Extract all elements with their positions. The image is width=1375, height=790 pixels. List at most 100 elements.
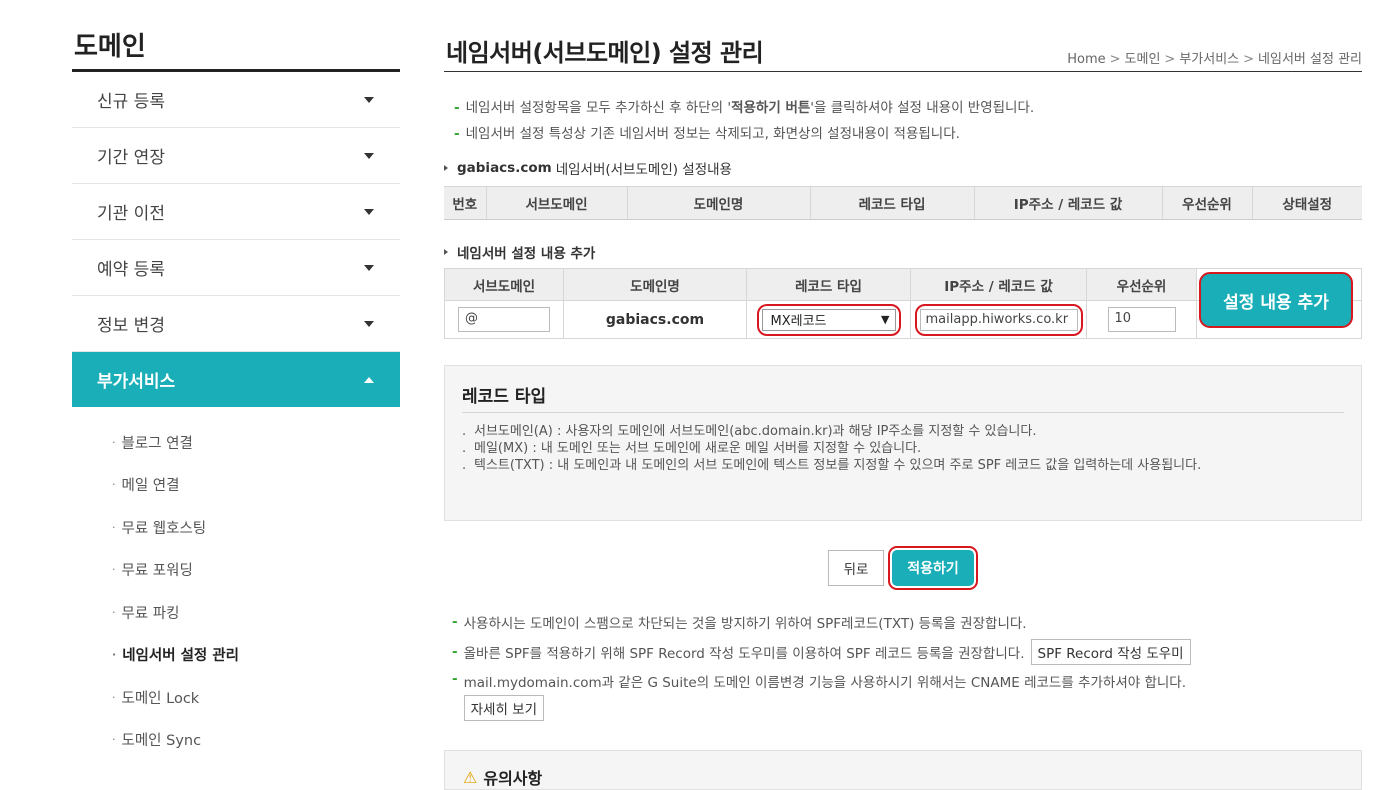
record-value-input[interactable]: mailapp.hiworks.co.kr (919, 308, 1078, 331)
submenu-item-blog[interactable]: · 블로그 연결 (72, 421, 400, 464)
dropdown-arrow-icon: ▼ (881, 313, 890, 326)
sidebar-submenu: · 블로그 연결 · 메일 연결 · 무료 웹호스팅 · 무료 포워딩 · 무료… (72, 407, 400, 761)
chevron-down-icon (364, 320, 374, 327)
bullet: · (112, 690, 116, 704)
dash-icon: - (452, 644, 458, 660)
bullet: . (462, 458, 467, 473)
caution-title-text: 유의사항 (483, 769, 543, 788)
cell-record-type: MX레코드 ▼ (746, 300, 911, 339)
submenu-item-forwarding[interactable]: · 무료 포워딩 (72, 549, 400, 592)
action-buttons: 뒤로 적용하기 (444, 545, 1362, 591)
info-text: 서브도메인(A) : 사용자의 도메인에 서브도메인(abc.domain.kr… (474, 424, 1037, 439)
breadcrumb-current: 네임서버 설정 관리 (1258, 52, 1362, 67)
notice-block: mail.mydomain.com과 같은 G Suite의 도메인 이름변경 … (463, 671, 1187, 721)
subdomain-input[interactable]: @ (458, 307, 550, 332)
breadcrumb-separator: > (1164, 52, 1176, 67)
notice-text: 네임서버 설정항목을 모두 추가하신 후 하단의 ' (465, 100, 732, 116)
notice-item: - 네임서버 설정항목을 모두 추가하신 후 하단의 '적용하기 버튼'을 클릭하… (454, 96, 1362, 122)
sidebar-item-transfer[interactable]: 기관 이전 (72, 184, 400, 240)
cell-domain-name: gabiacs.com (563, 300, 747, 339)
notice-item: - 사용하시는 도메인이 스팸으로 차단되는 것을 방지하기 위하여 SPF레코드… (452, 607, 1362, 637)
column-header: IP주소 / 레코드 값 (910, 268, 1087, 301)
add-form: 서브도메인 도메인명 레코드 타입 IP주소 / 레코드 값 우선순위 @ ga… (444, 268, 1362, 339)
breadcrumb: Home > 도메인 > 부가서비스 > 네임서버 설정 관리 (1067, 48, 1362, 67)
info-text: 메일(MX) : 내 도메인 또는 서브 도메인에 새로운 메일 서버를 지정할… (474, 441, 922, 456)
record-type-highlight: MX레코드 ▼ (756, 303, 901, 336)
submenu-item-parking[interactable]: · 무료 파킹 (72, 591, 400, 634)
breadcrumb-separator: > (1243, 52, 1255, 67)
bullet: · (112, 648, 117, 662)
sidebar-item-label: 기관 이전 (97, 204, 165, 224)
submenu-item-webhosting[interactable]: · 무료 웹호스팅 (72, 506, 400, 549)
main-content: 네임서버(서브도메인) 설정 관리 Home > 도메인 > 부가서비스 > 네임서버 설정… (444, 0, 1362, 790)
cell-record-value: mailapp.hiworks.co.kr (910, 300, 1087, 339)
submenu-item-mail[interactable]: · 메일 연결 (72, 464, 400, 507)
bullet: . (462, 424, 467, 439)
sidebar-item-new-registration[interactable]: 신규 등록 (72, 72, 400, 128)
add-setting-button[interactable]: 설정 내용 추가 (1199, 272, 1353, 328)
submenu-item-label: 무료 웹호스팅 (121, 520, 207, 537)
breadcrumb-domain[interactable]: 도메인 (1125, 52, 1161, 67)
notice-text: mail.mydomain.com과 같은 G Suite의 도메인 이름변경 … (463, 675, 1187, 691)
chevron-down-icon (364, 264, 374, 271)
sidebar-item-label: 신규 등록 (97, 92, 165, 112)
info-text: 텍스트(TXT) : 내 도메인과 내 도메인의 서브 도메인에 텍스트 정보를… (474, 458, 1202, 473)
page-header: 네임서버(서브도메인) 설정 관리 Home > 도메인 > 부가서비스 > 네임서버 설정… (444, 0, 1362, 72)
section-label-text: 네임서버(서브도메인) 설정내용 (555, 162, 732, 178)
arrow-right-icon (444, 165, 448, 171)
spf-helper-button[interactable]: SPF Record 작성 도우미 (1030, 639, 1191, 665)
section-label-add: 네임서버 설정 내용 추가 (444, 242, 1362, 262)
dash-icon: - (452, 614, 458, 630)
notice-item: - 올바른 SPF를 적용하기 위해 SPF Record 작성 도우미를 이용하… (452, 637, 1362, 667)
page-title: 네임서버(서브도메인) 설정 관리 (446, 39, 764, 67)
apply-button[interactable]: 적용하기 (892, 550, 974, 586)
table-header-row: 번호 서브도메인 도메인명 레코드 타입 IP주소 / 레코드 값 우선순위 상… (444, 186, 1362, 220)
add-button-wrapper: 설정 내용 추가 (1199, 272, 1353, 328)
column-header: 서브도메인 (485, 186, 628, 220)
notice-text: 네임서버 설정 특성상 기존 네임서버 정보는 삭제되고, 화면상의 설정내용이… (465, 126, 960, 142)
arrow-right-icon (444, 249, 448, 255)
sidebar-item-reservation[interactable]: 예약 등록 (72, 240, 400, 296)
bullet: . (462, 441, 467, 456)
record-type-select[interactable]: MX레코드 ▼ (761, 308, 896, 331)
submenu-item-sync[interactable]: · 도메인 Sync (72, 719, 400, 762)
submenu-item-label: 무료 파킹 (121, 605, 180, 622)
record-value-highlight: mailapp.hiworks.co.kr (914, 303, 1083, 336)
bullet: · (112, 520, 116, 534)
bottom-notice-list: - 사용하시는 도메인이 스팸으로 차단되는 것을 방지하기 위하여 SPF레코드… (444, 607, 1362, 721)
sidebar-item-info-change[interactable]: 정보 변경 (72, 296, 400, 352)
sidebar-item-renewal[interactable]: 기간 연장 (72, 128, 400, 184)
dash-icon: - (454, 100, 460, 116)
back-button[interactable]: 뒤로 (828, 550, 884, 586)
submenu-item-label: 도메인 Sync (121, 733, 202, 750)
column-header: IP주소 / 레코드 값 (973, 186, 1163, 220)
info-line: . 텍스트(TXT) : 내 도메인과 내 도메인의 서브 도메인에 텍스트 정보… (462, 457, 1344, 474)
info-line: . 메일(MX) : 내 도메인 또는 서브 도메인에 새로운 메일 서버를 지정… (462, 440, 1344, 457)
submenu-item-label: 메일 연결 (121, 478, 180, 495)
chevron-up-icon (364, 376, 374, 383)
record-type-info-box: 레코드 타입 . 서브도메인(A) : 사용자의 도메인에 서브도메인(abc.d… (444, 365, 1362, 521)
caution-title: ⚠ 유의사항 (463, 765, 542, 789)
dash-icon: - (452, 671, 458, 687)
notice-list: - 네임서버 설정항목을 모두 추가하신 후 하단의 '적용하기 버튼'을 클릭하… (444, 96, 1362, 148)
sidebar-item-addon-services[interactable]: 부가서비스 (72, 352, 400, 407)
column-header: 상태설정 (1251, 186, 1362, 220)
submenu-item-nameserver[interactable]: · 네임서버 설정 관리 (72, 634, 400, 677)
column-header: 도메인명 (626, 186, 811, 220)
bullet: · (112, 733, 116, 747)
bullet: · (112, 478, 116, 492)
detail-button[interactable]: 자세히 보기 (463, 695, 545, 721)
section-domain: gabiacs.com (457, 160, 552, 176)
sidebar-item-label: 부가서비스 (97, 372, 176, 392)
sidebar: 도메인 신규 등록 기간 연장 기관 이전 예약 등록 정보 변경 부가서비스 … (72, 0, 400, 761)
submenu-item-lock[interactable]: · 도메인 Lock (72, 676, 400, 719)
breadcrumb-addon[interactable]: 부가서비스 (1179, 52, 1239, 67)
chevron-down-icon (364, 96, 374, 103)
info-box-list: . 서브도메인(A) : 사용자의 도메인에 서브도메인(abc.domain.k… (462, 423, 1344, 474)
priority-input[interactable]: 10 (1107, 307, 1176, 332)
sidebar-item-label: 예약 등록 (97, 260, 165, 280)
breadcrumb-home[interactable]: Home (1067, 52, 1105, 67)
submenu-item-label: 블로그 연결 (121, 435, 193, 452)
sidebar-item-label: 정보 변경 (97, 316, 165, 336)
column-header: 서브도메인 (444, 268, 564, 301)
